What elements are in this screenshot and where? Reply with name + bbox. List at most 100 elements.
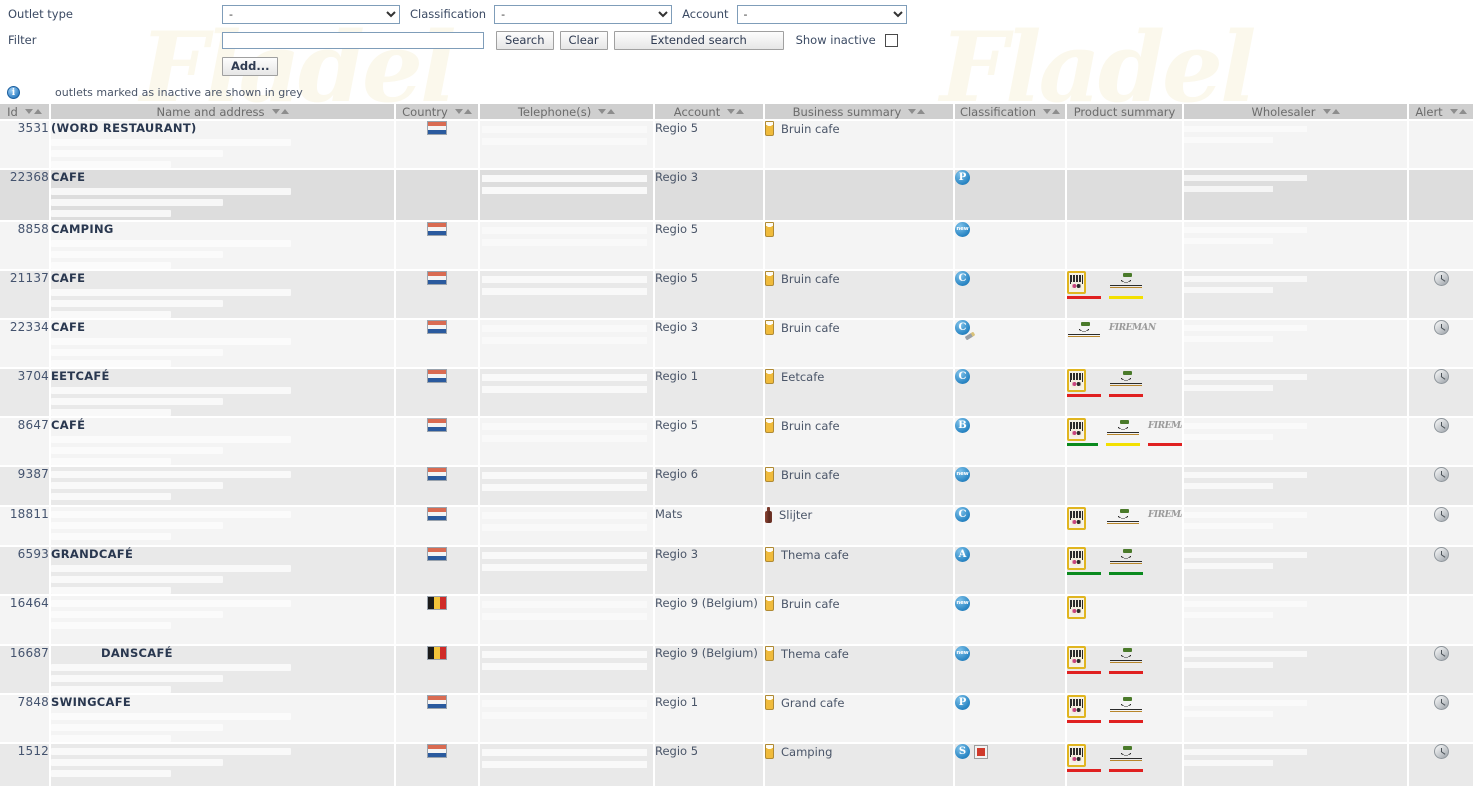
table-row[interactable]: 8647CAFÉ Regio 5 Bruin cafe B FIREMAN: [0, 417, 1474, 467]
clock-alert-icon[interactable]: [1433, 547, 1449, 562]
sort-descending-icon[interactable]: [1043, 109, 1052, 114]
column-header-business-summary[interactable]: Business summary: [764, 104, 955, 121]
sort-descending-icon[interactable]: [908, 109, 917, 114]
sort-descending-icon[interactable]: [454, 109, 463, 114]
sort-controls[interactable]: [1043, 109, 1061, 114]
sort-descending-icon[interactable]: [598, 109, 607, 114]
column-header-product-summary[interactable]: Product summary: [1066, 104, 1184, 121]
table-row[interactable]: 9387 Regio 6 Bruin cafe new: [0, 466, 1474, 507]
sort-controls[interactable]: [271, 109, 289, 114]
clock-alert-icon[interactable]: [1433, 467, 1449, 482]
table-row[interactable]: 6593 GRANDCAFÉ Regio 3 Thema cafe A: [0, 546, 1474, 596]
sort-controls[interactable]: [908, 109, 926, 114]
cell-alert: [1408, 694, 1474, 744]
column-header-name-and-address[interactable]: Name and address: [50, 104, 396, 121]
table-row[interactable]: 1512 Regio 5 Camping S: [0, 743, 1474, 788]
column-header-country[interactable]: Country: [395, 104, 480, 121]
table-row[interactable]: 18811 Mats Slijter C FIREMAN: [0, 506, 1474, 547]
sort-controls[interactable]: [454, 109, 472, 114]
account-select[interactable]: -: [736, 4, 907, 24]
column-header-telephone-s[interactable]: Telephone(s): [479, 104, 655, 121]
sort-ascending-icon[interactable]: [280, 109, 289, 114]
sort-controls[interactable]: [24, 109, 42, 114]
show-inactive-checkbox[interactable]: [884, 33, 898, 47]
table-row[interactable]: 3531 (WORD RESTAURANT) Regio 5 Bruin cafe: [0, 120, 1474, 170]
table-row[interactable]: 16464 Regio 9 (Belgium) Bruin cafe new: [0, 595, 1474, 646]
sort-descending-icon[interactable]: [727, 109, 736, 114]
table-row[interactable]: 16687 DANSCAFÉ Regio 9 (Belgium) Thema cafe…: [0, 645, 1474, 695]
column-header-classification[interactable]: Classification: [954, 104, 1067, 121]
clock-alert-icon[interactable]: [1433, 418, 1449, 433]
bottle-icon: [765, 507, 772, 523]
sort-ascending-icon[interactable]: [736, 109, 745, 114]
fireman-wordmark: FIREMAN: [1148, 510, 1181, 520]
clear-button[interactable]: Clear: [559, 30, 608, 50]
sort-ascending-icon[interactable]: [33, 109, 42, 114]
sort-ascending-icon[interactable]: [607, 109, 616, 114]
sort-ascending-icon[interactable]: [1331, 109, 1340, 114]
cell-name-and-address[interactable]: [50, 743, 396, 788]
clock-alert-icon[interactable]: [1433, 695, 1449, 710]
table-row[interactable]: 22334 CAFE Regio 3 Bruin cafe C FIREMAN: [0, 319, 1474, 369]
classification-select[interactable]: -: [494, 4, 673, 24]
account-label: Account: [682, 7, 729, 21]
cell-name-and-address[interactable]: CAFE: [50, 169, 396, 222]
table-row[interactable]: 8858 CAMPING Regio 5 new: [0, 221, 1474, 271]
document-icon[interactable]: [974, 744, 988, 759]
sort-descending-icon[interactable]: [1322, 109, 1331, 114]
column-header-alert[interactable]: Alert: [1408, 104, 1474, 121]
clock-alert-icon[interactable]: [1433, 744, 1449, 759]
cell-name-and-address[interactable]: [50, 595, 396, 646]
cell-business-summary: [764, 169, 955, 222]
clock-alert-icon[interactable]: [1433, 320, 1449, 335]
outlet-name: DANSCAFÉ: [101, 646, 173, 660]
table-row[interactable]: 3704 EETCAFÉ Regio 1 Eetcafe C: [0, 368, 1474, 418]
cell-name-and-address[interactable]: EETCAFÉ: [50, 368, 396, 418]
sort-controls[interactable]: [1322, 109, 1340, 114]
product-logo-budels: [1067, 695, 1101, 723]
sort-controls[interactable]: [598, 109, 616, 114]
brand-logo-icon: [1067, 320, 1101, 343]
sort-descending-icon[interactable]: [1449, 109, 1458, 114]
flag-netherlands-icon: [427, 369, 447, 383]
sort-descending-icon[interactable]: [271, 109, 280, 114]
table-row[interactable]: 21137 CAFE Regio 5 Bruin cafe C: [0, 270, 1474, 320]
extended-search-button[interactable]: Extended search: [613, 30, 784, 50]
cell-name-and-address[interactable]: GRANDCAFÉ: [50, 546, 396, 596]
clock-alert-icon[interactable]: [1433, 507, 1449, 522]
cell-classification: [954, 120, 1067, 170]
cell-account: Regio 5: [654, 270, 765, 320]
clock-alert-icon[interactable]: [1433, 646, 1449, 661]
column-header-id[interactable]: Id: [0, 104, 51, 121]
sort-ascending-icon[interactable]: [1458, 109, 1467, 114]
cell-name-and-address[interactable]: CAMPING: [50, 221, 396, 271]
outlets-table: Id Name and address Country Telephone(s) Acc…: [0, 104, 1474, 788]
sort-ascending-icon[interactable]: [463, 109, 472, 114]
wholesaler-line-redacted: [1184, 662, 1274, 668]
table-row[interactable]: 7848 SWINGCAFE Regio 1 Grand cafe P: [0, 694, 1474, 744]
cell-name-and-address[interactable]: [50, 506, 396, 547]
sort-ascending-icon[interactable]: [1052, 109, 1061, 114]
sort-controls[interactable]: [1449, 109, 1467, 114]
sort-controls[interactable]: [727, 109, 745, 114]
cell-name-and-address[interactable]: DANSCAFÉ: [50, 645, 396, 695]
cell-name-and-address[interactable]: CAFE: [50, 319, 396, 369]
column-header-wholesaler[interactable]: Wholesaler: [1183, 104, 1409, 121]
clock-alert-icon[interactable]: [1433, 369, 1449, 384]
clock-alert-icon[interactable]: [1433, 271, 1449, 286]
cell-name-and-address[interactable]: (WORD RESTAURANT): [50, 120, 396, 170]
search-button[interactable]: Search: [496, 30, 554, 50]
add-button[interactable]: Add...: [222, 56, 278, 76]
cell-name-and-address[interactable]: CAFE: [50, 270, 396, 320]
cell-wholesaler: [1183, 694, 1409, 744]
table-row[interactable]: 22368 CAFE Regio 3 P: [0, 169, 1474, 222]
sort-descending-icon[interactable]: [24, 109, 33, 114]
column-header-account[interactable]: Account: [654, 104, 765, 121]
cell-name-and-address[interactable]: CAFÉ: [50, 417, 396, 467]
outlet-type-select[interactable]: -: [222, 4, 400, 24]
cell-name-and-address[interactable]: SWINGCAFE: [50, 694, 396, 744]
filter-input[interactable]: [222, 31, 484, 49]
sort-ascending-icon[interactable]: [917, 109, 926, 114]
cell-name-and-address[interactable]: [50, 466, 396, 507]
cell-telephone: [479, 368, 655, 418]
